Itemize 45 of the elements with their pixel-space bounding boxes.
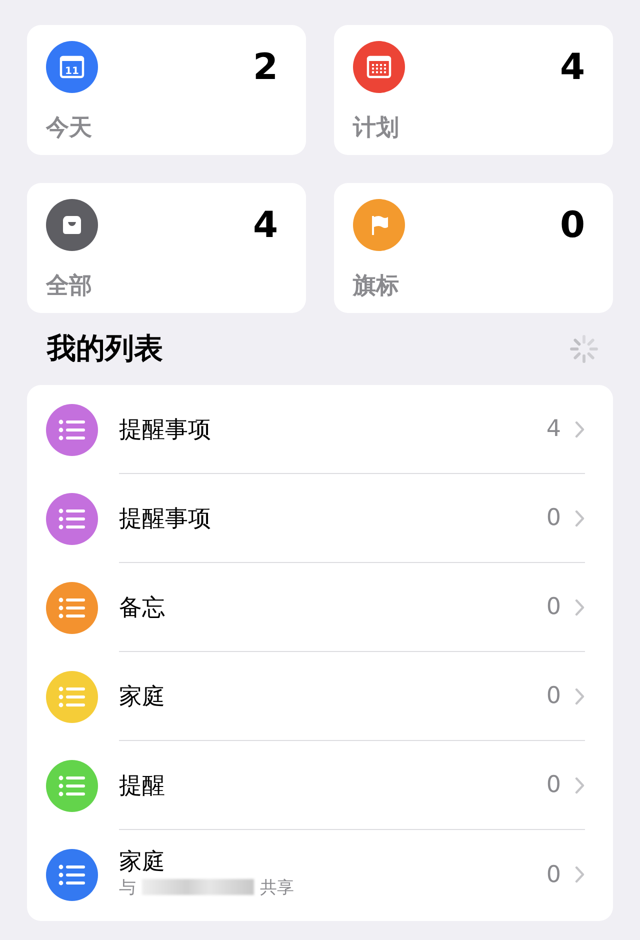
section-title: 我的列表 <box>47 330 163 367</box>
chevron-icon <box>575 688 585 704</box>
list-name: 家庭 <box>119 682 165 712</box>
list-icon <box>58 596 86 618</box>
list-row[interactable]: 提醒事项 4 <box>27 385 613 474</box>
smart-list-card[interactable]: 4 计划 <box>334 25 613 155</box>
count: 0 <box>546 683 561 709</box>
count: 0 <box>546 594 561 620</box>
chevron-icon <box>575 510 585 526</box>
count: 0 <box>560 208 585 244</box>
list-name: 提醒事项 <box>119 416 211 444</box>
shared-label: 共享 <box>260 876 294 899</box>
list-name: 备忘 <box>119 594 165 622</box>
smart-list-label: 计划 <box>353 114 400 143</box>
smart-list-label: 今天 <box>46 114 93 143</box>
list-icon <box>58 686 86 708</box>
list-icon <box>58 508 86 530</box>
list-icon <box>58 418 86 440</box>
list-icon <box>58 774 86 796</box>
shared-label: 与 <box>119 876 136 899</box>
chevron-icon <box>575 420 585 438</box>
count: 2 <box>252 50 278 86</box>
list-row[interactable]: 提醒事项 0 <box>27 474 613 563</box>
count: 4 <box>560 50 585 86</box>
list-row[interactable]: 备忘 0 <box>27 563 613 652</box>
count: 4 <box>546 416 561 442</box>
smart-list-label: 旗标 <box>353 272 400 301</box>
list-name: 提醒 <box>119 772 165 800</box>
count: 4 <box>252 208 278 244</box>
smart-list-label: 全部 <box>46 272 93 301</box>
smart-list-card[interactable]: 4 全部 <box>27 183 306 313</box>
count: 0 <box>546 505 561 531</box>
list-icon <box>58 864 86 886</box>
count: 0 <box>546 772 561 798</box>
count: 0 <box>546 862 561 888</box>
smart-list-card[interactable]: 0 旗标 <box>334 183 613 313</box>
chevron-icon <box>575 866 585 883</box>
chevron-icon <box>575 776 585 794</box>
chevron-icon <box>575 598 585 616</box>
list-name: 提醒事项 <box>119 504 211 534</box>
list-row[interactable]: 提醒 0 <box>27 741 613 830</box>
list-name: 家庭 <box>119 850 166 876</box>
list-row[interactable]: 家庭 0 <box>27 652 613 741</box>
list-row[interactable]: 家庭 与 共享 0 <box>27 830 613 919</box>
smart-list-card[interactable]: 11 2 今天 <box>27 25 306 155</box>
